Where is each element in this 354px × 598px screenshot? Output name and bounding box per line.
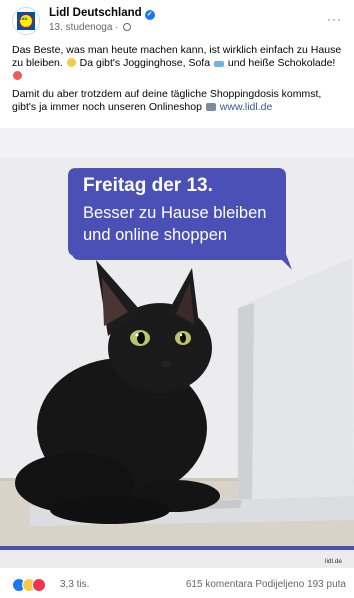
image-footer-band — [0, 546, 354, 550]
image-brand-label: lidl.de — [325, 558, 342, 565]
reactions-bar: 3,3 tis. 615 komentara Podijeljeno 193 p… — [12, 577, 346, 593]
verified-badge-icon: ✓ — [144, 10, 155, 20]
more-options-button[interactable]: ··· — [327, 12, 342, 26]
globe-icon — [123, 23, 132, 31]
reaction-icons[interactable] — [12, 578, 52, 592]
post-header: LiDL Lidl Deutschland ✓ 13. studenoga · ·… — [12, 6, 346, 38]
post-date[interactable]: 13. studenoga — [49, 22, 112, 33]
reaction-count[interactable]: 3,3 tis. — [60, 579, 89, 590]
post-text-line2: Damit du aber trotzdem auf deine täglich… — [12, 88, 322, 113]
post-paragraph-1: Das Beste, was man heute machen kann, is… — [12, 44, 346, 83]
post-text: Das Beste, was man heute machen kann, is… — [12, 44, 346, 119]
page-avatar[interactable]: LiDL — [12, 7, 40, 35]
lidl-logo-icon: LiDL — [17, 12, 35, 30]
comments-count[interactable]: 615 komentara — [186, 579, 253, 590]
post-paragraph-2: Damit du aber trotzdem auf deine täglich… — [12, 88, 346, 114]
image-headline: Freitag der 13. — [83, 175, 213, 196]
love-icon — [32, 578, 46, 592]
thumbs-up-emoji-icon — [66, 58, 76, 67]
arrow-right-emoji-icon — [205, 103, 216, 111]
shares-count[interactable]: Podijeljeno 193 puta — [255, 579, 346, 590]
page-name-label[interactable]: Lidl Deutschland — [49, 7, 142, 19]
lidl-logo-text: LiDL — [20, 16, 29, 21]
facebook-post: LiDL Lidl Deutschland ✓ 13. studenoga · ·… — [0, 0, 354, 598]
sofa-emoji-icon — [214, 61, 224, 67]
website-link[interactable]: www.lidl.de — [220, 101, 273, 113]
heart-eyes-emoji-icon — [13, 71, 22, 80]
post-text-line1b: Da gibt's Jogginghose, Sofa — [79, 57, 211, 69]
post-image[interactable]: Freitag der 13. Besser zu Hause bleiben … — [0, 128, 354, 568]
meta-separator: · — [115, 22, 119, 33]
post-text-line1c: und heiße Schokolade! — [227, 57, 336, 69]
engagement-stats: 615 komentara Podijeljeno 193 puta — [186, 579, 346, 590]
post-meta: 13. studenoga · — [49, 22, 132, 33]
image-subline-1: Besser zu Hause bleiben — [83, 204, 267, 222]
page-name[interactable]: Lidl Deutschland ✓ — [49, 7, 155, 20]
image-subline-2: und online shoppen — [83, 226, 228, 244]
